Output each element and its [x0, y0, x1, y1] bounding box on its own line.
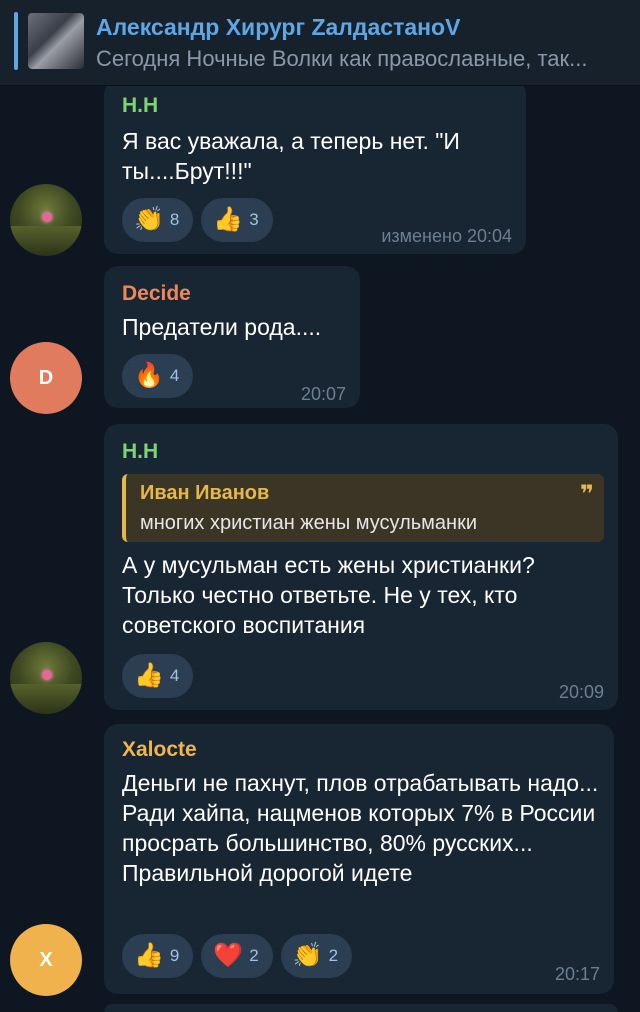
pinned-title: Александр Хирург ZалдастаноV: [96, 14, 461, 40]
message-author[interactable]: Н.Н: [122, 440, 158, 464]
reaction-count: 3: [249, 210, 259, 229]
message-text: Деньги не пахнут, плов отрабатывать надо…: [122, 770, 599, 886]
message-bubble[interactable]: Xalocte Деньги не пахнут, плов отрабатыв…: [104, 724, 614, 994]
quote-text: многих христиан жены мусульманки: [140, 512, 478, 534]
fire-icon: 🔥: [134, 362, 164, 389]
avatar-letter: D: [38, 366, 54, 389]
reply-quote[interactable]: Иван Иванов многих христиан жены мусульм…: [122, 474, 604, 542]
message-text: Я вас уважала, а теперь нет. "И ты....Бр…: [122, 128, 460, 184]
heart-icon: ❤️: [213, 942, 244, 969]
pinned-thumbnail: [28, 13, 84, 69]
reaction-count: 8: [169, 210, 180, 229]
reactions-row: 👍 4: [122, 654, 194, 698]
message-time: 20:09: [558, 682, 604, 702]
reaction-clap[interactable]: 👏 8: [122, 198, 194, 242]
reaction-heart[interactable]: ❤️ 2: [201, 934, 273, 978]
reaction-thumbs-up[interactable]: 👍 4: [122, 654, 194, 698]
reaction-count: 2: [249, 946, 259, 965]
message-time: 20:07: [300, 384, 346, 404]
message-author[interactable]: Н.Н: [122, 94, 158, 118]
avatar-photo-flower: [42, 212, 52, 222]
message-bubble[interactable]: Н.Н Иван Иванов многих христиан жены мус…: [104, 424, 618, 710]
avatar[interactable]: D: [10, 342, 82, 414]
pinned-indicator: [14, 12, 18, 70]
avatar-letter: X: [39, 948, 53, 971]
reaction-thumbs-up[interactable]: 👍 9: [122, 934, 194, 978]
avatar-photo-ground: [10, 684, 82, 714]
reaction-count: 2: [328, 946, 339, 965]
avatar[interactable]: [10, 642, 82, 714]
reaction-thumbs-up[interactable]: 👍 3: [201, 198, 273, 242]
reaction-clap[interactable]: 👏 2: [280, 934, 353, 978]
message-author[interactable]: Xalocte: [122, 738, 197, 762]
thumbs-up-icon: 👍: [134, 662, 164, 689]
reaction-count: 9: [169, 946, 180, 965]
reaction-count: 4: [169, 366, 180, 385]
thumbs-up-icon: 👍: [134, 942, 164, 969]
clap-icon: 👏: [134, 206, 164, 233]
message-bubble[interactable]: Н.Н Я вас уважала, а теперь нет. "И ты..…: [104, 80, 526, 254]
quote-author: Иван Иванов: [140, 482, 270, 504]
message-time: 20:17: [554, 964, 600, 984]
message-time: изменено 20:04: [381, 226, 512, 246]
quote-mark-icon: ❞: [579, 481, 594, 508]
reactions-row: 👏 8 👍 3: [122, 198, 273, 242]
clap-icon: 👏: [292, 942, 323, 969]
avatar[interactable]: [10, 184, 82, 256]
next-message-bubble-edge: [104, 1004, 618, 1012]
message-text: А у мусульман есть жены христианки? Толь…: [122, 552, 535, 638]
avatar[interactable]: X: [10, 924, 82, 996]
pinned-message-bar[interactable]: Александр Хирург ZалдастаноV Сегодня Ноч…: [0, 0, 640, 86]
message-bubble[interactable]: Decide Предатели рода.... 🔥 4 20:07: [104, 266, 360, 408]
reactions-row: 👍 9 ❤️ 2 👏 2: [122, 934, 353, 978]
reactions-row: 🔥 4: [122, 354, 194, 398]
reaction-fire[interactable]: 🔥 4: [122, 354, 194, 398]
avatar-photo-flower: [42, 670, 52, 680]
pinned-text: Сегодня Ночные Волки как православные, т…: [96, 46, 588, 71]
message-text: Предатели рода....: [122, 314, 322, 340]
reaction-count: 4: [169, 666, 180, 685]
message-author[interactable]: Decide: [122, 282, 191, 306]
thumbs-up-icon: 👍: [213, 206, 244, 233]
avatar-photo-ground: [10, 226, 82, 256]
